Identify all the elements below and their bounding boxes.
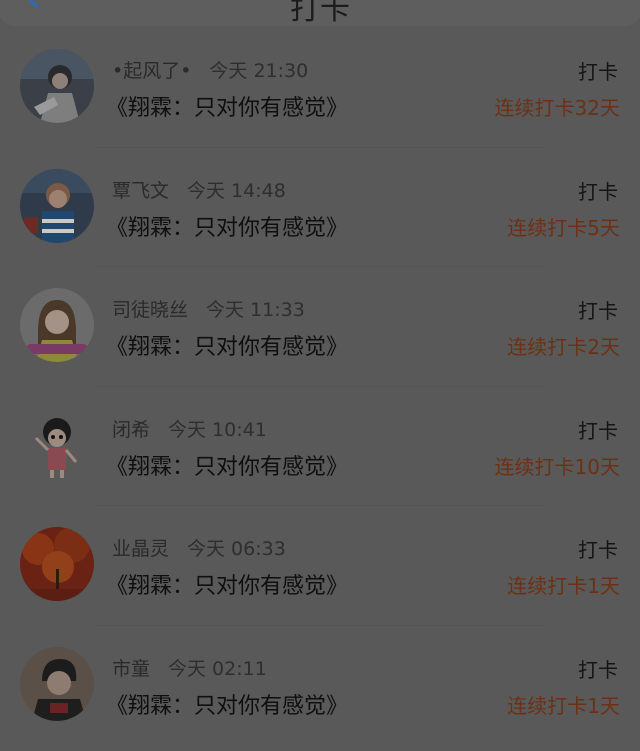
list-item[interactable]: 市童 今天 02:11 《翔霖：只对你有感觉》 打卡 连续打卡1天 bbox=[0, 626, 640, 746]
entry-meta: 覃飞文 今天 14:48 bbox=[112, 176, 286, 203]
avatar[interactable] bbox=[20, 49, 94, 123]
list-item[interactable]: •起风了• 今天 21:30 《翔霖：只对你有感觉》 打卡 连续打卡32天 bbox=[0, 28, 640, 148]
entry-time: 今天 11:33 bbox=[206, 299, 305, 321]
streak-count: 连续打卡10天 bbox=[494, 454, 620, 479]
streak-count: 连续打卡1天 bbox=[507, 574, 620, 598]
song-title[interactable]: 《翔霖：只对你有感觉》 bbox=[106, 329, 348, 361]
entry-meta: 市童 今天 02:11 bbox=[112, 654, 267, 681]
user-name[interactable]: 司徒晓丝 bbox=[112, 299, 188, 321]
streak-count: 连续打卡5天 bbox=[507, 215, 620, 240]
streak-count: 连续打卡32天 bbox=[494, 96, 620, 120]
entry-time: 今天 21:30 bbox=[209, 60, 309, 82]
user-name[interactable]: 市童 bbox=[112, 658, 150, 680]
entry-meta: 司徒晓丝 今天 11:33 bbox=[112, 295, 305, 322]
checkin-label: 打卡 bbox=[578, 60, 618, 84]
entry-meta: 闭希 今天 10:41 bbox=[112, 415, 267, 442]
streak-count: 连续打卡2天 bbox=[507, 335, 620, 359]
avatar[interactable] bbox=[20, 168, 94, 243]
user-name[interactable]: 闭希 bbox=[112, 419, 150, 441]
song-title[interactable]: 《翔霖：只对你有感觉》 bbox=[106, 568, 348, 600]
list-item[interactable]: 覃飞文 今天 14:48 《翔霖：只对你有感觉》 打卡 连续打卡5天 bbox=[0, 148, 640, 267]
song-title[interactable]: 《翔霖：只对你有感觉》 bbox=[106, 210, 348, 242]
entry-meta: •起风了• 今天 21:30 bbox=[112, 56, 308, 83]
song-title[interactable]: 《翔霖：只对你有感觉》 bbox=[106, 90, 348, 122]
entry-time: 今天 02:11 bbox=[168, 657, 267, 680]
avatar-child-colorful-icon bbox=[20, 168, 94, 243]
checkin-list: •起风了• 今天 21:30 《翔霖：只对你有感觉》 打卡 连续打卡32天 覃飞文… bbox=[0, 28, 640, 745]
entry-meta: 业晶灵 今天 06:33 bbox=[112, 534, 286, 561]
checkin-label: 打卡 bbox=[578, 179, 618, 204]
page-title: 打卡 bbox=[290, 0, 350, 27]
checkin-label: 打卡 bbox=[578, 538, 618, 562]
user-name[interactable]: •起风了• bbox=[112, 60, 191, 82]
streak-count: 连续打卡1天 bbox=[507, 693, 620, 718]
song-title[interactable]: 《翔霖：只对你有感觉》 bbox=[106, 688, 348, 720]
avatar[interactable] bbox=[20, 288, 94, 362]
avatar[interactable] bbox=[20, 527, 94, 601]
entry-time: 今天 06:33 bbox=[187, 538, 286, 560]
avatar-autumn-trees-icon bbox=[20, 527, 94, 601]
checkin-label: 打卡 bbox=[578, 418, 618, 443]
avatar[interactable] bbox=[20, 646, 94, 721]
avatar[interactable] bbox=[20, 407, 94, 482]
song-title[interactable]: 《翔霖：只对你有感觉》 bbox=[106, 449, 348, 481]
list-item[interactable]: 闭希 今天 10:41 《翔霖：只对你有感觉》 打卡 连续打卡10天 bbox=[0, 387, 640, 506]
avatar-boy-dark-icon bbox=[20, 646, 94, 721]
checkin-label: 打卡 bbox=[578, 299, 618, 323]
user-name[interactable]: 业晶灵 bbox=[112, 538, 169, 560]
list-item[interactable]: 司徒晓丝 今天 11:33 《翔霖：只对你有感觉》 打卡 连续打卡2天 bbox=[0, 267, 640, 387]
entry-time: 今天 10:41 bbox=[168, 418, 267, 441]
checkin-label: 打卡 bbox=[578, 657, 618, 682]
page-header: 打卡 bbox=[0, 0, 640, 27]
list-item[interactable]: 业晶灵 今天 06:33 《翔霖：只对你有感觉》 打卡 连续打卡1天 bbox=[0, 506, 640, 626]
user-name[interactable]: 覃飞文 bbox=[112, 180, 169, 202]
avatar-cartoon-girl-icon bbox=[20, 407, 94, 482]
entry-time: 今天 14:48 bbox=[187, 179, 286, 202]
avatar-girl-pink-icon bbox=[20, 288, 94, 362]
avatar-girl-dark-icon bbox=[20, 49, 94, 123]
